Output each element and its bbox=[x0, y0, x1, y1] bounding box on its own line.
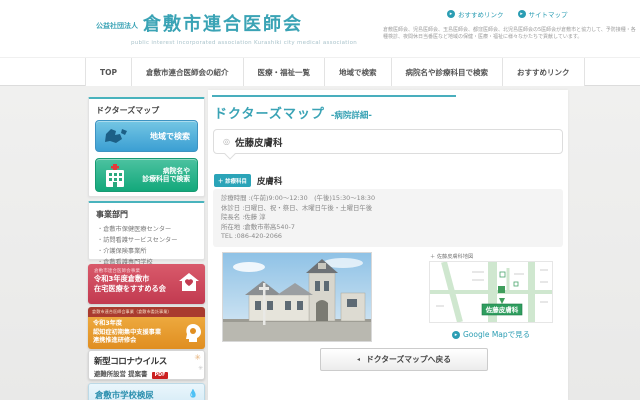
department-item[interactable]: 訪問看護サービスセンター bbox=[97, 235, 198, 246]
search-by-name-label-1: 病院名や bbox=[163, 167, 190, 176]
department-row: ＋ 診療科目 皮膚科 bbox=[214, 174, 282, 187]
departments-title: 事業部門 bbox=[89, 203, 204, 224]
page: 公益社団法人 倉敷市連合医師会 public interest incorpor… bbox=[0, 0, 640, 400]
house-heart-icon bbox=[178, 272, 200, 292]
header-links: ▸ おすすめリンク ▸ サイトマップ bbox=[447, 9, 568, 19]
page-title-sub: -病院詳細- bbox=[331, 109, 372, 121]
covid-banner[interactable]: 新型コロナウイルス 避難所設営 提案書 PDF ✳ ✳ bbox=[88, 350, 205, 380]
page-title: ドクターズマップ -病院詳細- bbox=[214, 103, 372, 122]
covid-subtitle-text: 避難所設営 提案書 bbox=[94, 370, 147, 378]
hospital-details-box: 診療時間 :(午前)9:00～12:30 (午後)15:30～18:30 休診日… bbox=[213, 189, 563, 247]
home-care-banner[interactable]: 倉敷市連合医師会事業 令和3年度倉敷市 在宅医療をすすめる会 bbox=[88, 264, 205, 304]
school-urinalysis-banner[interactable]: 倉敷市学校検尿 💧 bbox=[88, 383, 205, 400]
back-to-doctors-map-button[interactable]: ◂ ドクターズマップへ戻る bbox=[320, 348, 488, 371]
hospital-photo bbox=[222, 252, 372, 342]
department-item[interactable]: 倉敷市保健医療センター bbox=[97, 224, 198, 235]
departments-card: 事業部門 倉敷市保健医療センター 訪問看護サービスセンター 介護保険事業所 倉敷… bbox=[88, 201, 205, 260]
arrow-circle-icon: ▸ bbox=[452, 331, 460, 339]
department-badge: ＋ 診療科目 bbox=[214, 174, 251, 187]
search-by-name-label-2: 診療科目で検索 bbox=[142, 175, 190, 184]
detail-hours: 診療時間 :(午前)9:00～12:30 (午後)15:30～18:30 bbox=[221, 194, 555, 204]
covid-banner-title: 新型コロナウイルス bbox=[94, 355, 199, 367]
search-by-name-button[interactable]: 病院名や 診療科目で検索 bbox=[95, 158, 198, 192]
arrow-circle-icon: ▸ bbox=[518, 10, 526, 18]
page-title-main: ドクターズマップ bbox=[214, 103, 325, 122]
back-button-label: ドクターズマップへ戻る bbox=[366, 354, 451, 365]
department-item[interactable]: 介護保険事業所 bbox=[97, 246, 198, 257]
left-arrow-icon: ◂ bbox=[357, 356, 360, 363]
search-by-area-button[interactable]: 地域で検索 bbox=[95, 120, 198, 152]
header-description: 倉敷医師会、児島医師会、玉島医師会、都窪医師会、北児島医師会の5医師会が倉敷市と… bbox=[383, 27, 637, 41]
nav-item-about[interactable]: 倉敷市連合医師会の紹介 bbox=[131, 58, 243, 86]
access-map: 佐藤皮膚科 bbox=[429, 261, 553, 323]
detail-director: 院長名 :佐藤 淳 bbox=[221, 213, 555, 223]
site-subtitle-en: public interest incorporated association… bbox=[104, 40, 384, 46]
department-value: 皮膚科 bbox=[257, 175, 283, 187]
org-type-label: 公益社団法人 bbox=[96, 21, 138, 31]
doctors-map-title: ドクターズマップ bbox=[89, 99, 204, 120]
covid-banner-subtitle: 避難所設営 提案書 PDF bbox=[94, 369, 199, 379]
recommended-links-label: おすすめリンク bbox=[458, 9, 504, 19]
main-nav: TOP 倉敷市連合医師会の紹介 医療・福祉一覧 地域で検索 病院名や診療科目で検… bbox=[0, 57, 640, 86]
map-caption: ＋ 佐藤皮膚科地図 bbox=[430, 253, 473, 260]
google-map-link-label: Google Mapで見る bbox=[463, 329, 530, 340]
map-marker-label: 佐藤皮膚科 bbox=[485, 305, 519, 314]
sitemap-link[interactable]: ▸ サイトマップ bbox=[518, 9, 568, 19]
dementia-support-banner[interactable]: 倉敷市連合医師会事業（倉敷市委託事業） 令和3年度 認知症初期集中支援事業 連携… bbox=[88, 307, 205, 349]
virus-icon: ✳ bbox=[194, 353, 201, 362]
detail-closed-days: 休診日 :日曜日、祝・祭日、木曜日午後・土曜日午後 bbox=[221, 204, 555, 214]
virus-icon: ✳ bbox=[198, 365, 203, 372]
pdf-badge: PDF bbox=[152, 372, 169, 379]
site-title: 倉敷市連合医師会 bbox=[143, 10, 303, 36]
nav-item-recommended[interactable]: おすすめリンク bbox=[502, 58, 585, 86]
recommended-links-link[interactable]: ▸ おすすめリンク bbox=[447, 9, 504, 19]
main-content: ドクターズマップ -病院詳細- ◎ 佐藤皮膚科 ＋ 診療科目 皮膚科 診療時間 … bbox=[208, 90, 568, 400]
title-accent-line bbox=[212, 95, 456, 97]
search-by-area-label: 地域で検索 bbox=[150, 131, 190, 142]
region-map-icon bbox=[102, 126, 130, 148]
nav-item-top[interactable]: TOP bbox=[85, 58, 131, 86]
hospital-name: 佐藤皮膚科 bbox=[235, 135, 283, 149]
detail-address: 所在地 :倉敷市帯高540-7 bbox=[221, 223, 555, 233]
hospital-name-box: ◎ 佐藤皮膚科 bbox=[213, 129, 563, 154]
hospital-icon bbox=[104, 164, 126, 188]
building-photo-illustration bbox=[223, 253, 371, 341]
site-logo[interactable]: 公益社団法人 倉敷市連合医師会 bbox=[96, 10, 303, 36]
head-profile-icon bbox=[184, 323, 202, 343]
school-urinalysis-title: 倉敷市学校検尿 💧 bbox=[95, 389, 198, 400]
arrow-circle-icon: ▸ bbox=[447, 10, 455, 18]
site-header: 公益社団法人 倉敷市連合医師会 public interest incorpor… bbox=[0, 0, 640, 57]
target-circle-icon: ◎ bbox=[223, 137, 230, 146]
detail-phone: TEL :086-420-2066 bbox=[221, 232, 555, 242]
nav-item-medical-list[interactable]: 医療・福祉一覧 bbox=[243, 58, 325, 86]
google-map-link[interactable]: ▸ Google Mapで見る bbox=[452, 329, 530, 340]
dementia-banner-tag: 倉敷市連合医師会事業（倉敷市委託事業） bbox=[88, 307, 205, 317]
water-drop-icon: 💧 bbox=[188, 389, 198, 398]
doctors-map-card: ドクターズマップ 地域で検索 病院名や 診療科目で検索 bbox=[88, 97, 205, 197]
sitemap-label: サイトマップ bbox=[529, 9, 568, 19]
access-map-illustration: 佐藤皮膚科 bbox=[430, 262, 552, 322]
nav-item-search-name[interactable]: 病院名や診療科目で検索 bbox=[391, 58, 503, 86]
nav-item-search-area[interactable]: 地域で検索 bbox=[324, 58, 391, 86]
